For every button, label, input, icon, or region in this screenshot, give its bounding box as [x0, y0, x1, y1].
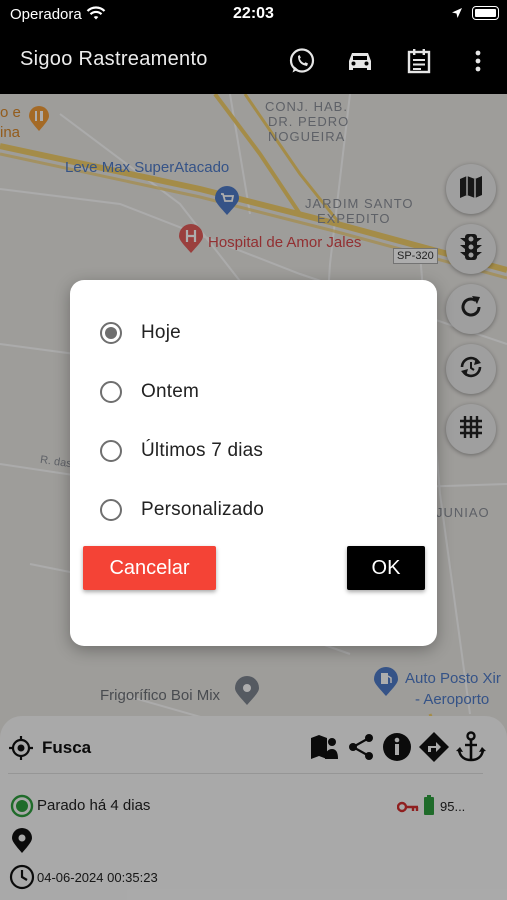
option-ultimos-7-dias[interactable]: Últimos 7 dias [100, 436, 400, 466]
calendar-icon[interactable] [402, 44, 436, 78]
radio-unselected[interactable] [100, 440, 122, 462]
whatsapp-icon[interactable] [285, 44, 319, 78]
car-icon[interactable] [343, 44, 377, 78]
status-bar: Operadora 22:03 [0, 0, 507, 28]
radio-selected[interactable] [100, 322, 122, 344]
location-arrow-icon [451, 6, 463, 23]
option-label: Últimos 7 dias [141, 440, 264, 461]
cancel-button[interactable]: Cancelar [83, 546, 216, 590]
more-vert-icon[interactable] [461, 44, 495, 78]
radio-unselected[interactable] [100, 381, 122, 403]
app-title: Sigoo Rastreamento [20, 48, 208, 70]
radio-unselected[interactable] [100, 499, 122, 521]
option-label: Ontem [141, 381, 200, 402]
period-dialog: Hoje Ontem Últimos 7 dias Personalizado … [70, 280, 437, 646]
clock: 22:03 [233, 5, 274, 22]
option-personalizado[interactable]: Personalizado [100, 495, 400, 525]
option-ontem[interactable]: Ontem [100, 377, 400, 407]
app-bar: Sigoo Rastreamento [0, 28, 507, 94]
ok-button[interactable]: OK [347, 546, 425, 590]
option-hoje[interactable]: Hoje [100, 318, 400, 348]
battery-icon [472, 6, 499, 20]
option-label: Hoje [141, 322, 181, 343]
option-label: Personalizado [141, 499, 265, 520]
